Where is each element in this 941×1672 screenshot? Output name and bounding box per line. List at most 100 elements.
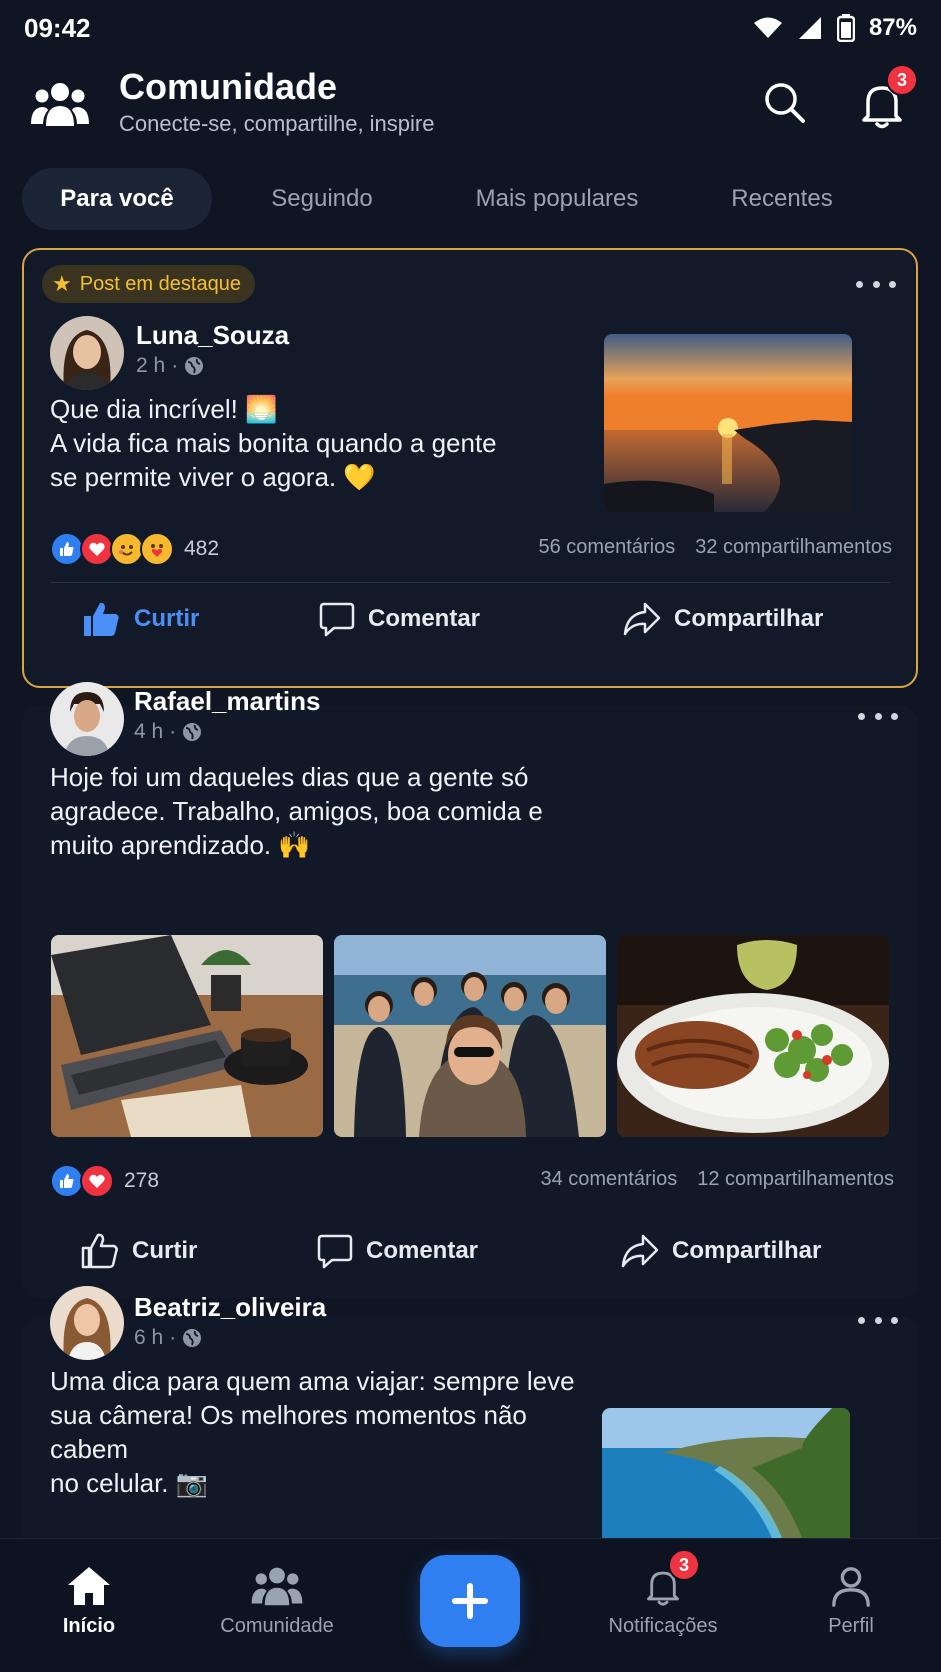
love-reaction-icon [80, 532, 114, 566]
page-title: Comunidade [119, 66, 338, 107]
status-time: 09:42 [24, 12, 91, 43]
tab-mais-populares[interactable]: Mais populares [432, 168, 682, 230]
more-options-button[interactable] [858, 706, 898, 726]
post-text: Uma dica para quem ama viajar: sempre le… [50, 1366, 575, 1498]
post-author[interactable]: Rafael_martins [134, 686, 320, 717]
featured-badge: ★ Post em destaque [42, 265, 255, 303]
post-time: 4 h [134, 720, 164, 743]
comment-icon [317, 1234, 353, 1269]
page-subtitle: Conecte-se, compartilhe, inspire [119, 111, 435, 136]
post-meta: 6 h · [134, 1326, 202, 1350]
share-label: Compartilhar [672, 1237, 822, 1264]
nav-community-label: Comunidade [220, 1615, 334, 1637]
nav-profile-label: Perfil [828, 1615, 874, 1637]
like-reaction-icon [50, 1164, 84, 1198]
like-label: Curtir [134, 605, 200, 632]
more-options-button[interactable] [858, 1310, 898, 1330]
bottom-navigation: Início Comunidade 3 Notificações Perfil [0, 1538, 941, 1672]
reactions-summary[interactable]: 482 [50, 532, 219, 566]
dot-separator: · [169, 720, 177, 743]
like-label: Curtir [132, 1237, 198, 1264]
signal-icon [798, 17, 821, 39]
tab-recentes[interactable]: Recentes [702, 168, 862, 230]
divider [50, 582, 890, 583]
more-options-button[interactable] [856, 274, 896, 294]
feed-tabs: Para você Seguindo Mais populares Recent… [22, 168, 922, 230]
like-reaction-icon [50, 532, 84, 566]
sunset-photo[interactable] [604, 334, 852, 512]
coastline-photo[interactable] [602, 1408, 850, 1538]
comments-count[interactable]: 56 comentários [538, 536, 675, 559]
status-icons: 87% [753, 14, 917, 42]
post-text: Hoje foi um daqueles dias que a gente só… [50, 762, 543, 860]
post-author[interactable]: Beatriz_oliveira [134, 1292, 326, 1323]
care-reaction-icon [140, 532, 174, 566]
post-author[interactable]: Luna_Souza [136, 320, 289, 351]
community-icon [251, 1567, 303, 1606]
reaction-count: 278 [124, 1169, 160, 1192]
nav-notifications[interactable]: 3 Notificações [588, 1549, 738, 1638]
comment-icon [319, 602, 355, 637]
community-icon [31, 83, 89, 126]
thumbs-up-icon [84, 602, 119, 636]
love-reaction-icon [80, 1164, 114, 1198]
notifications-button[interactable]: 3 [856, 64, 918, 130]
post-meta: 2 h · [136, 354, 204, 378]
app-header: Comunidade Conecte-se, compartilhe, insp… [0, 60, 941, 152]
comment-button[interactable]: Comentar [318, 600, 480, 638]
food-plate-photo[interactable] [617, 935, 889, 1137]
star-icon: ★ [52, 271, 72, 296]
create-post-button[interactable] [420, 1555, 520, 1647]
avatar[interactable] [50, 316, 124, 390]
friends-group-photo[interactable] [334, 935, 606, 1137]
shares-count[interactable]: 12 compartilhamentos [697, 1168, 894, 1191]
nav-home-label: Início [62, 1615, 116, 1637]
share-label: Compartilhar [674, 605, 824, 632]
battery-icon [836, 14, 855, 42]
globe-icon [185, 357, 204, 375]
comment-label: Comentar [366, 1237, 479, 1264]
nav-notifications-label: Notificações [608, 1615, 718, 1637]
search-button[interactable] [760, 78, 810, 128]
engagement-counts: 56 comentários 32 compartilhamentos [538, 536, 892, 559]
dot-separator: · [171, 354, 179, 377]
comments-count[interactable]: 34 comentários [540, 1168, 677, 1191]
reactions-summary[interactable]: 278 [50, 1164, 159, 1198]
like-button[interactable]: Curtir [82, 600, 199, 638]
notification-badge: 3 [668, 1549, 700, 1581]
profile-icon [832, 1567, 870, 1607]
share-button[interactable]: Compartilhar [622, 600, 823, 638]
avatar[interactable] [50, 1286, 124, 1360]
tab-seguindo[interactable]: Seguindo [232, 168, 412, 230]
nav-profile[interactable]: Perfil [776, 1565, 926, 1638]
tab-para-voce[interactable]: Para você [22, 168, 212, 230]
avatar[interactable] [50, 682, 124, 756]
home-icon [68, 1567, 110, 1605]
battery-level: 87% [868, 14, 917, 41]
shares-count[interactable]: 32 compartilhamentos [695, 536, 892, 559]
post-time: 2 h [136, 354, 166, 377]
notification-badge: 3 [886, 64, 918, 96]
laptop-coffee-photo[interactable] [51, 935, 323, 1137]
post-time: 6 h [134, 1326, 164, 1349]
nav-community[interactable]: Comunidade [202, 1565, 352, 1638]
status-bar: 09:42 87% [0, 0, 941, 56]
engagement-counts: 34 comentários 12 compartilhamentos [540, 1168, 894, 1191]
haha-reaction-icon [110, 532, 144, 566]
wifi-icon [753, 17, 782, 38]
post-meta: 4 h · [134, 720, 202, 744]
post-text: Que dia incrível! 🌅 A vida fica mais bon… [50, 394, 497, 492]
plus-icon [452, 1583, 488, 1619]
search-icon [765, 83, 805, 123]
comment-label: Comentar [368, 605, 481, 632]
comment-button[interactable]: Comentar [316, 1232, 478, 1270]
globe-icon [183, 1329, 202, 1347]
share-button[interactable]: Compartilhar [620, 1232, 821, 1270]
featured-post-card: ★ Post em destaque Luna_Souza 2 h · Que … [22, 248, 918, 688]
share-icon [623, 602, 661, 636]
nav-home[interactable]: Início [14, 1565, 164, 1638]
featured-label: Post em destaque [79, 272, 241, 295]
thumbs-up-icon [81, 1233, 118, 1269]
reaction-count: 482 [184, 537, 220, 560]
like-button[interactable]: Curtir [80, 1232, 197, 1270]
